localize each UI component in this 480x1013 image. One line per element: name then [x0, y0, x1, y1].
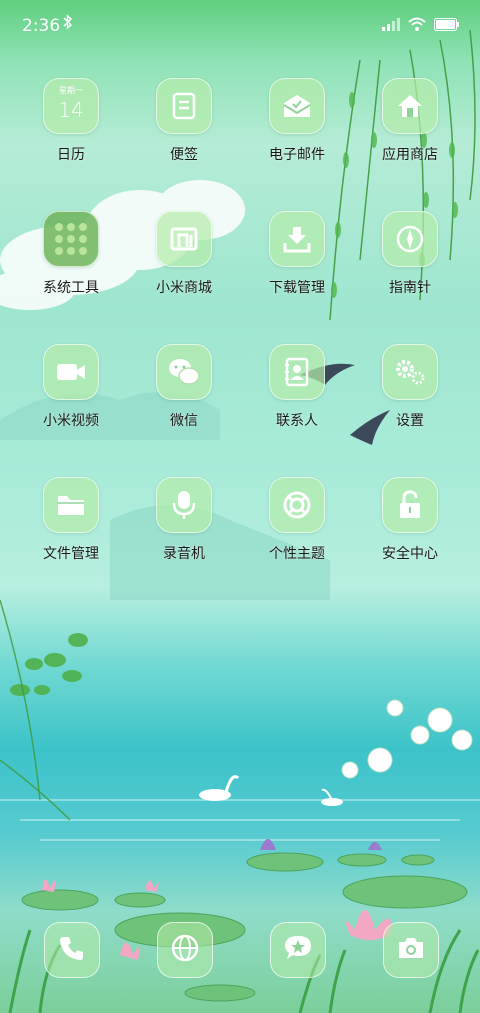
- wechat-icon: [156, 344, 212, 400]
- calendar-icon: 星期一 14: [43, 78, 99, 134]
- app-wechat[interactable]: 微信: [129, 344, 239, 430]
- app-label: 日历: [57, 147, 85, 163]
- lock-icon: [382, 477, 438, 533]
- app-mi-video[interactable]: 小米视频: [16, 344, 126, 430]
- app-label: 联系人: [276, 413, 318, 429]
- dock-browser[interactable]: [157, 922, 213, 978]
- app-label: 安全中心: [382, 546, 438, 562]
- app-themes[interactable]: 个性主题: [242, 477, 352, 563]
- download-icon: [269, 211, 325, 267]
- mi-store-icon: [156, 211, 212, 267]
- app-calendar[interactable]: 星期一 14 日历: [16, 78, 126, 164]
- app-label: 便签: [170, 147, 198, 163]
- app-label: 文件管理: [43, 546, 99, 562]
- app-contacts[interactable]: 联系人: [242, 344, 352, 430]
- dock-messages[interactable]: [270, 922, 326, 978]
- video-icon: [43, 344, 99, 400]
- phone-icon: [58, 934, 86, 966]
- bluetooth-icon: [63, 14, 73, 34]
- app-file-manager[interactable]: 文件管理: [16, 477, 126, 563]
- dock-phone[interactable]: [44, 922, 100, 978]
- status-time: 2:36: [22, 16, 61, 36]
- app-store[interactable]: 应用商店: [355, 78, 465, 164]
- theme-icon: [269, 477, 325, 533]
- folder-icon: [43, 477, 99, 533]
- status-bar: 2:36: [0, 0, 480, 52]
- gear-icon: [382, 344, 438, 400]
- wifi-icon: [408, 16, 426, 35]
- app-label: 系统工具: [43, 280, 99, 296]
- app-label: 录音机: [163, 546, 205, 562]
- app-label: 微信: [170, 413, 198, 429]
- signal-icon: [382, 16, 400, 35]
- messages-icon: [283, 934, 313, 966]
- app-label: 电子邮件: [269, 147, 325, 163]
- email-icon: [269, 78, 325, 134]
- app-store-icon: [382, 78, 438, 134]
- app-label: 下载管理: [269, 280, 325, 296]
- notes-icon: [156, 78, 212, 134]
- calendar-day-number: 14: [58, 98, 84, 122]
- app-label: 指南针: [389, 280, 431, 296]
- contacts-icon: [269, 344, 325, 400]
- app-label: 小米视频: [43, 413, 99, 429]
- app-security[interactable]: 安全中心: [355, 477, 465, 563]
- calendar-weekday: 星期一: [59, 86, 83, 95]
- app-mi-store[interactable]: 小米商城: [129, 211, 239, 297]
- app-label: 应用商店: [382, 147, 438, 163]
- camera-icon: [397, 936, 425, 964]
- app-downloads[interactable]: 下载管理: [242, 211, 352, 297]
- app-label: 个性主题: [269, 546, 325, 562]
- app-system-tools[interactable]: 系统工具: [16, 211, 126, 297]
- app-notes[interactable]: 便签: [129, 78, 239, 164]
- system-tools-folder-icon: [43, 211, 99, 267]
- app-label: 小米商城: [156, 280, 212, 296]
- app-compass[interactable]: 指南针: [355, 211, 465, 297]
- app-recorder[interactable]: 录音机: [129, 477, 239, 563]
- microphone-icon: [156, 477, 212, 533]
- dock-camera[interactable]: [383, 922, 439, 978]
- browser-icon: [171, 934, 199, 966]
- app-settings[interactable]: 设置: [355, 344, 465, 430]
- app-email[interactable]: 电子邮件: [242, 78, 352, 164]
- battery-icon: [434, 16, 460, 35]
- compass-icon: [382, 211, 438, 267]
- app-label: 设置: [396, 413, 424, 429]
